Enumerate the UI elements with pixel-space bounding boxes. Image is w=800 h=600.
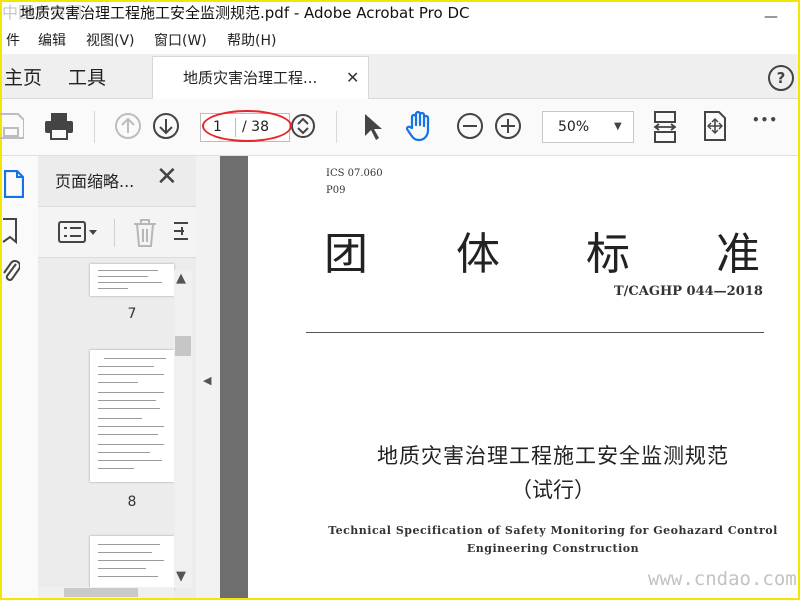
toolbar-divider	[336, 111, 337, 143]
menu-edit[interactable]: 编辑	[38, 30, 66, 52]
page-thumbnail-9[interactable]	[90, 536, 174, 590]
menu-file[interactable]: 件	[6, 30, 20, 52]
zoom-value: 50%	[558, 119, 590, 135]
page-stepper-icon[interactable]	[290, 113, 316, 139]
collapse-panel-icon[interactable]: ◀	[203, 374, 211, 387]
page-thumbnails-icon[interactable]	[4, 170, 24, 198]
toolbar-divider	[94, 111, 95, 143]
tab-document[interactable]: 地质灾害治理工程... ✕	[152, 56, 369, 99]
thumbnail-text-line	[98, 276, 148, 277]
thumbnail-page-label: 8	[127, 494, 137, 510]
insert-page-icon[interactable]	[174, 219, 188, 247]
more-options-icon[interactable]: •••	[752, 113, 778, 127]
fit-width-icon[interactable]	[652, 110, 678, 144]
toolbar: 1 / 38 50% ▼ •••	[0, 99, 798, 156]
standard-title-char: 标	[586, 229, 630, 280]
panel-close-button[interactable]: ✕	[156, 162, 178, 192]
panel-splitter[interactable]: ◀	[196, 156, 220, 598]
thumbnail-text-line	[98, 408, 160, 409]
thumbnail-page-label: 7	[127, 306, 137, 322]
scrollbar-thumb[interactable]	[175, 336, 191, 356]
save-icon[interactable]	[0, 112, 24, 140]
thumbnail-text-line	[98, 444, 164, 445]
thumbnail-text-line	[98, 460, 162, 461]
standard-title-char: 体	[456, 229, 500, 280]
bookmarks-icon[interactable]	[2, 218, 18, 244]
thumbnail-text-line	[98, 382, 138, 383]
minimize-button[interactable]: —	[764, 6, 778, 26]
pdf-page: ICS 07.060 P09 团 体 标 准 T/CAGHP 044—2018 …	[248, 156, 798, 598]
scroll-down-icon[interactable]: ▼	[176, 569, 186, 584]
title-rule	[306, 332, 764, 333]
page-thumbnail-7[interactable]	[90, 264, 174, 296]
horizontal-scrollbar-thumb[interactable]	[64, 588, 138, 597]
help-icon[interactable]: ?	[768, 65, 794, 91]
standard-number: T/CAGHP 044—2018	[614, 284, 763, 299]
document-viewport[interactable]: ICS 07.060 P09 团 体 标 准 T/CAGHP 044—2018 …	[220, 156, 798, 598]
ics-code: ICS 07.060	[326, 168, 383, 179]
window-title: 地质灾害治理工程施工安全监测规范.pdf - Adobe Acrobat Pro…	[20, 4, 470, 22]
tab-bar: 主页 工具 地质灾害治理工程... ✕ ?	[2, 54, 798, 99]
panel-toolbar	[38, 206, 196, 258]
thumbnail-horizontal-scrollbar[interactable]	[38, 587, 174, 598]
navigation-rail	[2, 156, 39, 598]
red-annotation-circle	[202, 110, 292, 142]
panel-toolbar-divider	[114, 219, 115, 247]
site-watermark: www.cndao.com	[648, 568, 797, 590]
thumbnail-text-line	[98, 434, 158, 435]
thumbnail-text-line	[98, 468, 134, 469]
thumbnail-options-icon[interactable]	[58, 221, 98, 243]
thumbnail-text-line	[98, 270, 158, 271]
thumbnail-text-line	[98, 400, 156, 401]
menu-bar: 件 编辑 视图(V) 窗口(W) 帮助(H)	[2, 30, 798, 52]
menu-view[interactable]: 视图(V)	[86, 30, 135, 52]
standard-title-char: 准	[716, 229, 760, 280]
hand-tool-icon[interactable]	[404, 110, 434, 142]
scroll-up-icon[interactable]: ▲	[176, 271, 186, 286]
zoom-in-icon[interactable]	[494, 112, 522, 140]
thumbnail-text-line	[98, 552, 152, 553]
next-page-icon[interactable]	[152, 112, 180, 140]
tab-close-button[interactable]: ✕	[346, 57, 359, 99]
panel-title: 页面缩略...	[55, 172, 135, 191]
thumbnail-text-line	[98, 374, 164, 375]
delete-pages-icon[interactable]	[132, 218, 158, 248]
thumbnail-text-line	[98, 288, 128, 289]
thumbnail-text-line	[98, 544, 160, 545]
tab-tools[interactable]: 工具	[68, 63, 106, 90]
tab-document-label: 地质灾害治理工程...	[183, 69, 318, 87]
attachments-icon[interactable]	[2, 258, 20, 288]
document-en-title-line1: Technical Specification of Safety Monito…	[328, 524, 778, 537]
thumbnail-text-line	[98, 568, 146, 569]
prev-page-icon[interactable]	[114, 112, 142, 140]
page-thumbnail-8[interactable]	[90, 350, 174, 482]
full-screen-icon[interactable]	[702, 111, 728, 141]
print-icon[interactable]	[44, 112, 74, 140]
select-cursor-icon[interactable]	[362, 113, 382, 141]
thumbnail-scrollbar[interactable]: ▲ ▼	[174, 270, 192, 588]
document-cn-title: 地质灾害治理工程施工安全监测规范	[377, 444, 729, 468]
thumbnail-text-line	[104, 358, 166, 359]
title-bar: 中国灾害网 地质灾害治理工程施工安全监测规范.pdf - Adobe Acrob…	[2, 2, 798, 26]
document-en-title-line2: Engineering Construction	[466, 542, 640, 555]
document-cn-subtitle: （试行）	[511, 478, 595, 502]
thumbnail-text-line	[98, 560, 164, 561]
thumbnail-text-line	[98, 392, 164, 393]
chevron-down-icon[interactable]: ▼	[614, 112, 622, 142]
tab-home[interactable]: 主页	[4, 63, 42, 90]
zoom-select[interactable]: 50% ▼	[542, 111, 634, 143]
thumbnail-text-line	[98, 366, 154, 367]
thumbnail-text-line	[98, 418, 142, 419]
thumbnail-text-line	[98, 576, 158, 577]
thumbnail-text-line	[98, 426, 164, 427]
menu-window[interactable]: 窗口(W)	[154, 30, 207, 52]
zoom-out-icon[interactable]	[456, 112, 484, 140]
thumbnail-text-line	[98, 282, 162, 283]
thumbnail-text-line	[98, 452, 150, 453]
menu-help[interactable]: 帮助(H)	[227, 30, 276, 52]
standard-title-char: 团	[324, 229, 368, 280]
classification-code: P09	[326, 185, 346, 196]
